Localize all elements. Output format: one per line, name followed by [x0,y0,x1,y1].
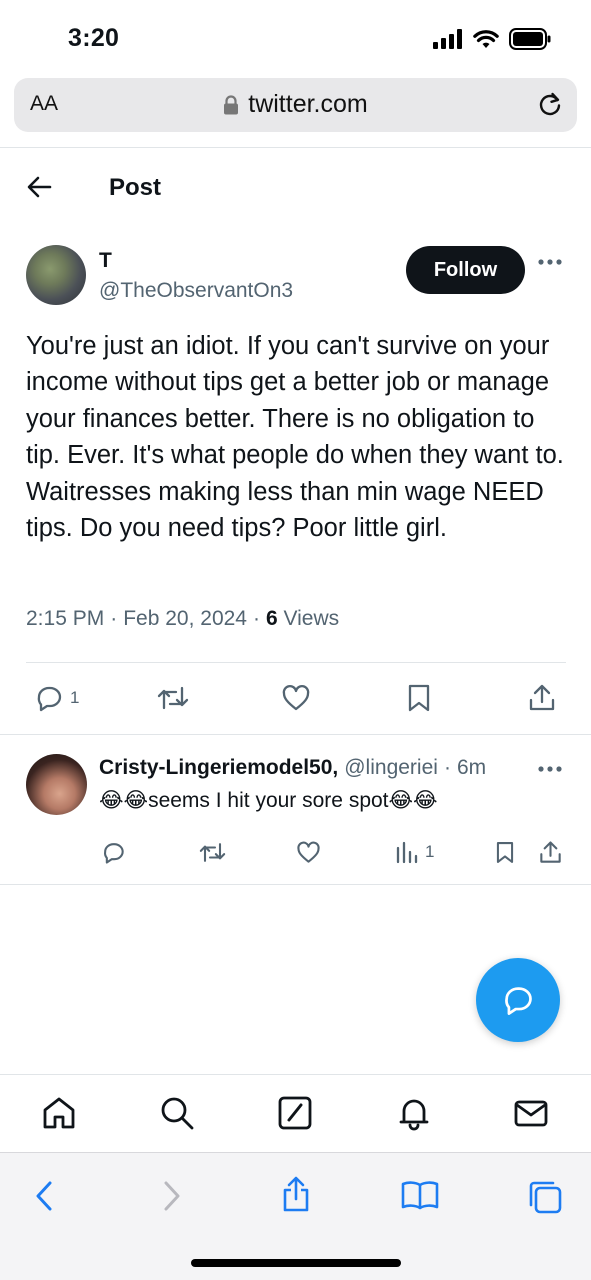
reply-header: Cristy-Lingeriemodel50, @lingeriei · 6m [99,756,486,780]
reply-divider [0,884,591,885]
nav-home[interactable] [41,1095,77,1131]
reply-author-name[interactable]: Cristy-Lingeriemodel50, [99,756,338,780]
chevron-right-icon [164,1181,180,1211]
bookmark-button[interactable] [405,683,433,713]
author-avatar[interactable] [26,245,86,305]
more-icon [538,766,562,772]
reply-author-avatar[interactable] [26,754,87,815]
reload-icon [539,92,561,116]
reply-like-button[interactable] [296,840,321,865]
url-text: twitter.com [248,90,368,118]
post-time[interactable]: 2:15 PM [26,607,104,631]
lock-icon [224,94,239,114]
post-date[interactable]: Feb 20, 2024 [123,607,247,631]
reply-views-button[interactable]: 1 [395,840,434,864]
nav-search[interactable] [159,1095,195,1131]
reply-bookmark-button[interactable] [494,840,516,865]
share-button[interactable] [527,683,557,713]
post-more-button[interactable] [538,258,562,266]
reply-repost-button[interactable] [199,840,226,865]
reply-more-button[interactable] [538,765,562,773]
browser-bookmarks-button[interactable] [400,1179,440,1211]
url-field[interactable]: twitter.com [14,90,577,119]
author-handle[interactable]: @TheObservantOn3 [99,279,293,303]
post-views: 6 Views [266,607,339,631]
bookmark-icon [496,842,514,863]
post-divider [0,734,591,735]
share-icon [283,1176,309,1212]
post-text: You're just an idiot. If you can't survi… [26,332,564,543]
meta-separator: · [252,607,260,630]
views-chart-icon [396,841,418,864]
share-icon [540,841,561,863]
nav-compose[interactable] [277,1095,313,1131]
status-time: 3:20 [68,24,120,52]
more-icon [538,259,562,265]
reload-button[interactable] [537,91,563,119]
meta-divider [26,662,566,663]
reply-views-count: 1 [425,842,435,861]
reply-separator: · [443,756,451,779]
heart-icon [282,685,310,711]
reply-share-button[interactable] [538,840,563,865]
share-icon [529,684,555,711]
compose-icon [278,1096,312,1130]
nav-notifications[interactable] [396,1095,432,1131]
book-icon [401,1181,439,1210]
heart-icon [297,841,320,863]
back-arrow-icon [27,176,52,198]
reply-reply-button[interactable] [101,840,126,865]
reply-icon [37,686,62,712]
bookmark-icon [408,684,430,712]
reply-author-handle[interactable]: @lingeriei [344,756,438,780]
reply-count: 1 [70,688,80,707]
search-icon [161,1097,194,1130]
signal-icon [433,29,462,49]
reply-icon [104,843,124,864]
follow-button[interactable]: Follow [406,246,525,294]
back-button[interactable] [26,174,52,200]
reply-button[interactable]: 1 [34,683,79,713]
repost-icon [157,686,189,710]
compose-reply-button[interactable] [476,958,560,1042]
tabs-icon [529,1181,562,1214]
meta-separator: · [110,607,118,630]
bell-icon [399,1099,429,1131]
views-count: 6 [265,607,278,630]
repost-icon [199,843,226,862]
home-icon [43,1097,75,1129]
reply-text: 😂😂seems I hit your sore spot😂😂 [99,789,438,812]
like-button[interactable] [281,683,311,713]
browser-share-button[interactable] [280,1175,312,1213]
browser-forward-button[interactable] [158,1179,186,1213]
browser-divider [0,147,591,148]
post-meta: 2:15 PM · Feb 20, 2024 · 6 Views [26,607,339,631]
wifi-icon [473,30,499,48]
nav-messages[interactable] [513,1095,549,1131]
reply-bubble-icon [505,987,532,1015]
repost-button[interactable] [157,683,189,713]
bottom-nav [0,1074,591,1152]
mail-icon [514,1100,548,1127]
post-actions: 1 [0,676,591,720]
page-title: Post [109,174,162,201]
browser-tabs-button[interactable] [527,1179,563,1215]
chevron-left-icon [36,1181,52,1211]
views-label: Views [283,607,340,630]
reply-actions: 1 [0,838,591,868]
browser-back-button[interactable] [30,1179,58,1213]
home-indicator [191,1259,401,1267]
status-icons [433,28,551,50]
battery-icon [509,28,551,50]
reply-age[interactable]: 6m [457,756,486,780]
author-name[interactable]: T [99,249,112,273]
address-bar[interactable]: AA twitter.com [14,78,577,132]
